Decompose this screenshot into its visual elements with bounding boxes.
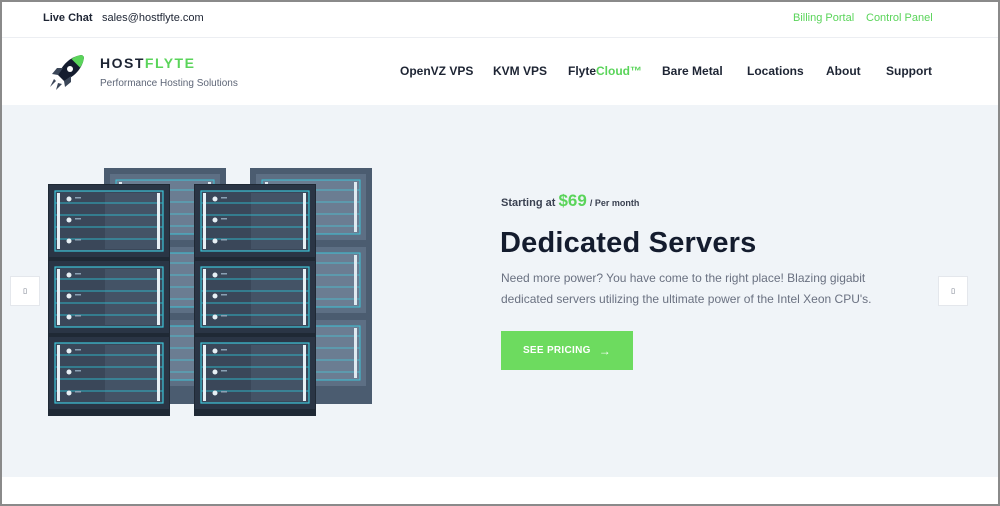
slider-prev-icon: ▯ [23, 288, 27, 295]
nav-about[interactable]: About [826, 64, 861, 78]
top-bar: Live Chat sales@hostflyte.com Billing Po… [2, 2, 998, 38]
nav-flytecloud-accent: Cloud™ [596, 64, 643, 78]
slider-prev-button[interactable]: ▯ [10, 276, 40, 306]
server-rack-front-left [48, 184, 170, 416]
nav-openvz-vps[interactable]: OpenVZ VPS [400, 64, 473, 78]
main-header: HOSTFLYTE Performance Hosting Solutions … [2, 39, 998, 105]
see-pricing-label: SEE PRICING [522, 345, 591, 356]
server-rack-illustration [48, 168, 372, 416]
server-rack-front-right [194, 184, 316, 416]
see-pricing-button[interactable]: SEE PRICING → [501, 331, 633, 370]
price-value: $69 [558, 191, 587, 210]
billing-portal-link[interactable]: Billing Portal [793, 12, 854, 24]
brand-name[interactable]: HOSTFLYTE [100, 55, 195, 71]
price-period: / Per month [589, 198, 640, 208]
brand-name-accent: FLYTE [144, 55, 196, 71]
brand-name-main: HOST [100, 55, 145, 71]
arrow-right-icon: → [598, 343, 612, 358]
brand-tagline: Performance Hosting Solutions [100, 78, 238, 89]
nav-support[interactable]: Support [886, 64, 932, 78]
rocket-logo-icon[interactable] [46, 53, 86, 91]
starting-price-line: Starting at $69 / Per month [501, 191, 639, 211]
hero-title: Dedicated Servers [500, 227, 757, 259]
hero-slider: ▯ ▯ Starting at $69 / Per month Dedicate… [2, 105, 998, 477]
slider-next-button[interactable]: ▯ [938, 276, 968, 306]
nav-flytecloud-label: Flyte [568, 64, 597, 78]
live-chat-link[interactable]: Live Chat [43, 12, 93, 24]
control-panel-link[interactable]: Control Panel [866, 12, 933, 24]
starting-prefix: Starting at [501, 197, 556, 209]
nav-locations[interactable]: Locations [747, 64, 804, 78]
email-link[interactable]: sales@hostflyte.com [102, 12, 204, 24]
slider-next-icon: ▯ [951, 288, 955, 295]
browser-frame: Live Chat sales@hostflyte.com Billing Po… [0, 0, 1000, 506]
nav-bare-metal[interactable]: Bare Metal [662, 64, 723, 78]
nav-kvm-vps[interactable]: KVM VPS [493, 64, 547, 78]
nav-flytecloud[interactable]: FlyteCloud™ [568, 64, 642, 78]
hero-description: Need more power? You have come to the ri… [501, 271, 872, 306]
